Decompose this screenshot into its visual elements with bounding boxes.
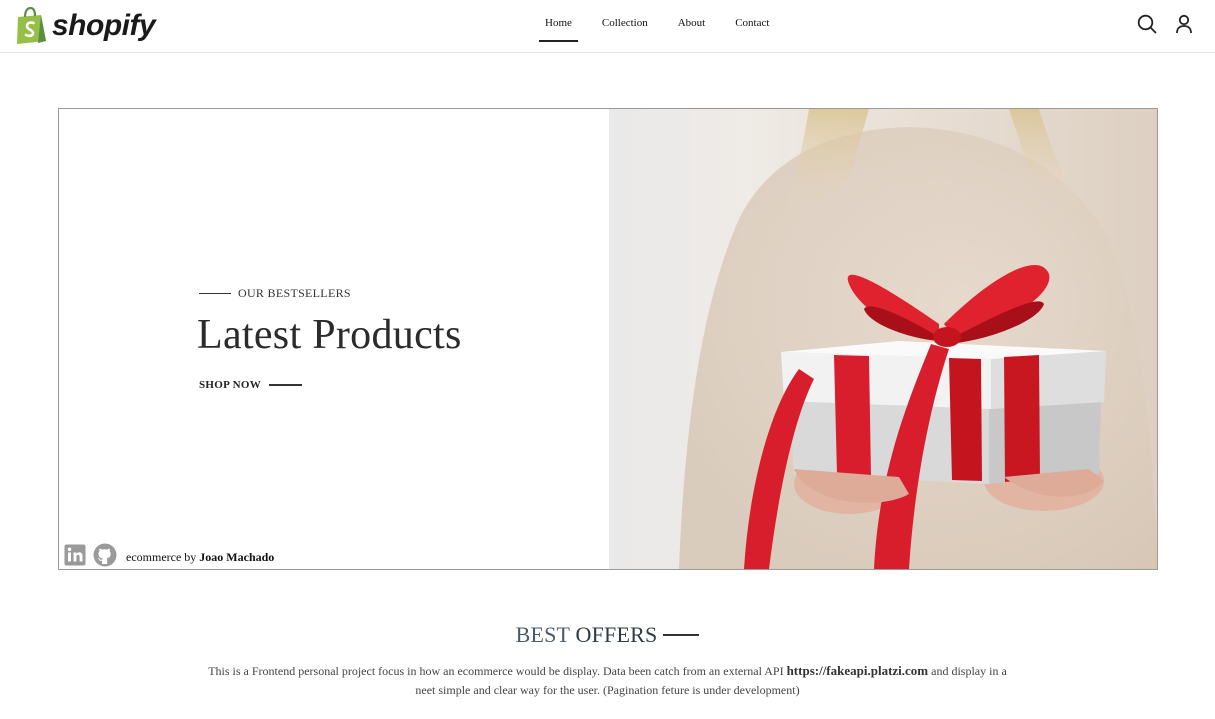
user-icon[interactable] — [1175, 14, 1193, 39]
offers-description: This is a Frontend personal project focu… — [200, 661, 1015, 700]
offers-description-start: This is a Frontend personal project focu… — [208, 664, 784, 678]
main-nav: Home Collection About Contact — [530, 0, 784, 53]
brand-name: shopify — [52, 9, 156, 42]
hero-eyebrow: OUR BESTSELLERS — [199, 286, 351, 301]
credit-author: Joao Machado — [199, 550, 275, 564]
nav-home[interactable]: Home — [530, 0, 587, 53]
site-header: shopify Home Collection About Contact — [0, 0, 1215, 53]
eyebrow-divider — [199, 292, 231, 295]
eyebrow-text: OUR BESTSELLERS — [238, 286, 351, 300]
hero-banner: OUR BESTSELLERS Latest Products SHOP NOW — [58, 108, 1158, 570]
brand-logo[interactable]: shopify — [14, 7, 156, 45]
header-actions — [1137, 14, 1193, 39]
nav-about[interactable]: About — [663, 0, 721, 53]
api-link[interactable]: https://fakeapi.platzi.com — [787, 663, 929, 678]
credit-text: ecommerce by Joao Machado — [126, 550, 274, 565]
nav-collection[interactable]: Collection — [587, 0, 663, 53]
nav-contact[interactable]: Contact — [720, 0, 784, 53]
offers-title-light: BEST — [515, 622, 570, 647]
offers-title-strong: OFFERS — [575, 622, 658, 647]
hero-title: Latest Products — [197, 312, 462, 358]
shop-now-link[interactable]: SHOP NOW — [199, 379, 302, 391]
shop-now-divider — [269, 384, 302, 386]
offers-heading: BEST OFFERS — [0, 622, 1215, 648]
shopping-bag-icon — [14, 7, 48, 45]
hero-image — [609, 109, 1157, 569]
github-icon[interactable] — [93, 543, 117, 569]
credit-prefix: ecommerce by — [126, 550, 197, 564]
search-icon[interactable] — [1137, 14, 1157, 39]
linkedin-icon[interactable] — [64, 544, 86, 569]
author-credits: ecommerce by Joao Machado — [64, 543, 274, 569]
hero-text-panel: OUR BESTSELLERS Latest Products SHOP NOW — [59, 109, 609, 569]
offers-title-divider — [663, 633, 700, 636]
gift-box-photo — [679, 109, 1157, 569]
shop-now-label: SHOP NOW — [199, 379, 261, 391]
